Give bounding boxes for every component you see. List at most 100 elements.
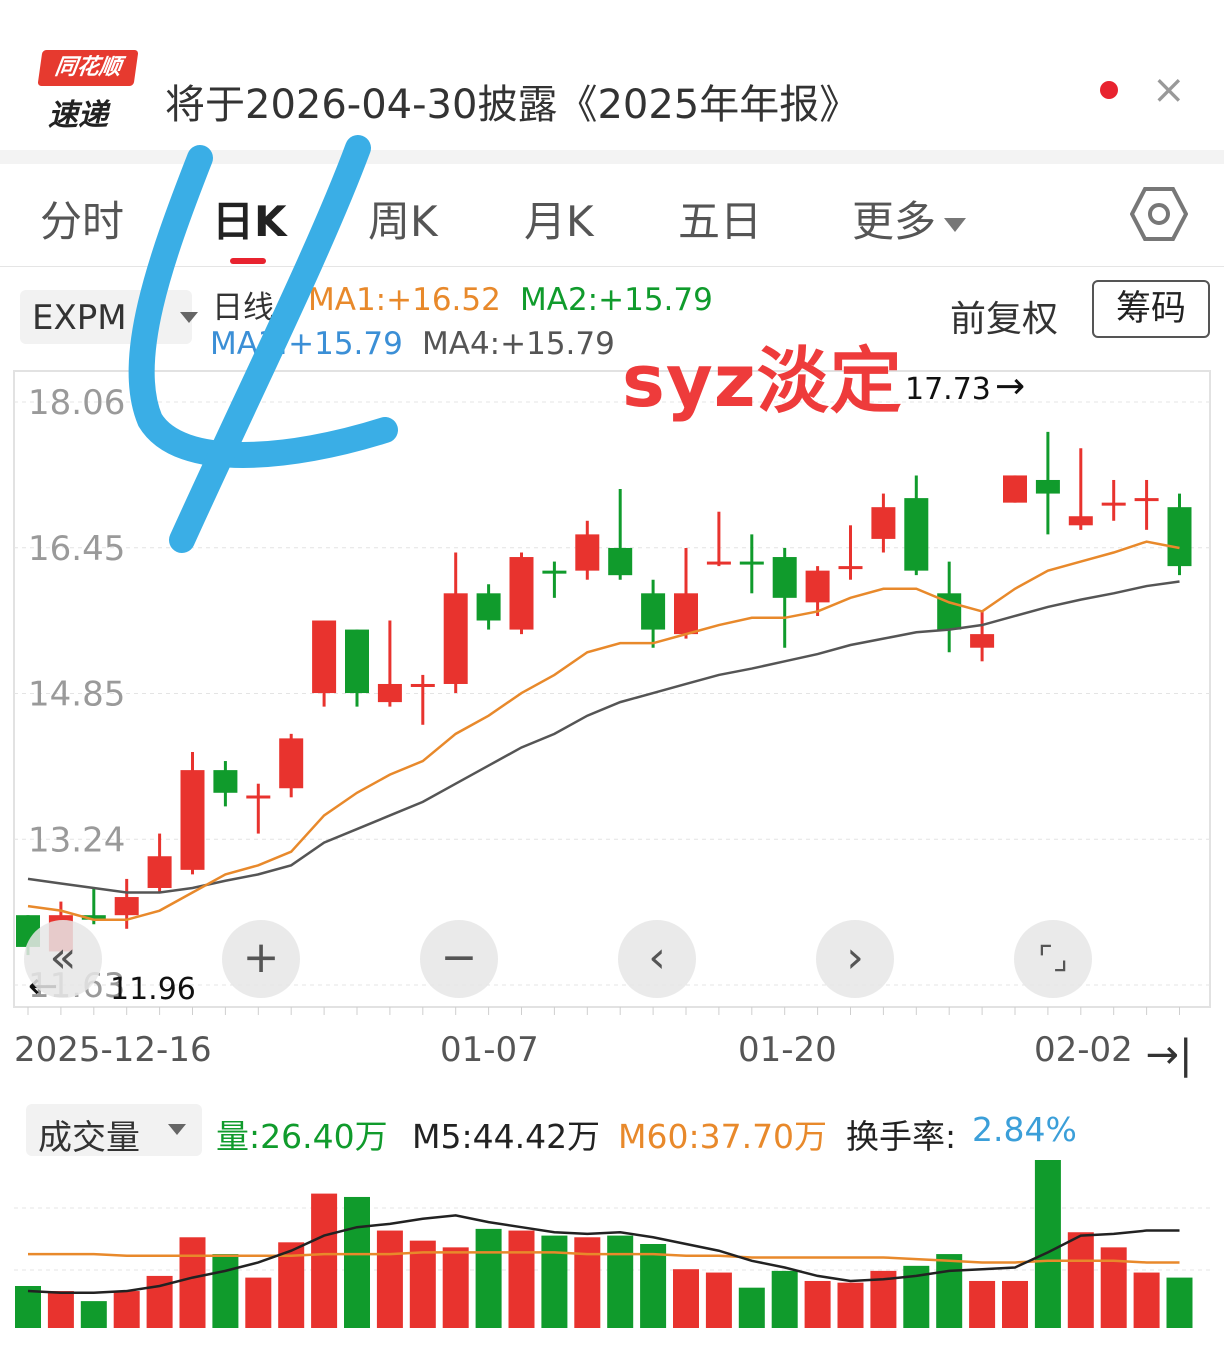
candle-body bbox=[1035, 479, 1060, 494]
y-tick-label: 13.24 bbox=[28, 820, 125, 860]
indicator-select-value: EXPM bbox=[32, 298, 127, 338]
candle bbox=[1003, 475, 1027, 503]
watermark-text: syz淡定 bbox=[622, 339, 903, 423]
candle-body bbox=[805, 570, 830, 603]
candle-body bbox=[608, 547, 633, 576]
chip-distribution-button[interactable]: 筹码 bbox=[1092, 280, 1210, 338]
candle-body bbox=[575, 534, 600, 571]
zoom-out-button[interactable]: − bbox=[420, 920, 498, 998]
volume-bar bbox=[837, 1282, 864, 1328]
y-tick-label: 14.85 bbox=[28, 675, 125, 715]
candle-body bbox=[279, 738, 304, 789]
volume-chart[interactable] bbox=[0, 1150, 1224, 1350]
volume-bar bbox=[113, 1291, 140, 1328]
y-tick-label: 16.45 bbox=[28, 529, 125, 569]
volume-indicator-select[interactable]: 成交量 bbox=[26, 1104, 202, 1158]
candle-body bbox=[213, 770, 238, 793]
jump-to-latest-icon[interactable]: →| bbox=[1138, 1022, 1200, 1088]
candle-body bbox=[542, 570, 567, 574]
candle-body bbox=[838, 566, 863, 570]
notification-dot-icon bbox=[1100, 81, 1118, 99]
volume-bar bbox=[212, 1254, 239, 1328]
volume-bar bbox=[1133, 1272, 1160, 1328]
volume-bar bbox=[541, 1235, 568, 1328]
volume-bar bbox=[1034, 1160, 1061, 1328]
volume-bar bbox=[1002, 1280, 1028, 1328]
candle-body bbox=[1167, 507, 1192, 567]
volume-bar bbox=[969, 1280, 996, 1328]
volume-bar bbox=[640, 1244, 667, 1328]
candle-body bbox=[509, 557, 534, 630]
volume-bar bbox=[771, 1270, 798, 1328]
candle-body bbox=[871, 507, 896, 539]
candle-body bbox=[180, 770, 205, 870]
candle-body bbox=[147, 856, 172, 888]
candle-body bbox=[345, 629, 369, 694]
volume-bar bbox=[1067, 1232, 1094, 1328]
logo-sub-text: 速递 bbox=[48, 98, 108, 133]
candle bbox=[279, 733, 304, 798]
volume-bar bbox=[311, 1193, 338, 1328]
volume-bar bbox=[936, 1254, 963, 1328]
volume-bar bbox=[80, 1301, 107, 1328]
volume-bar bbox=[508, 1230, 535, 1328]
prev-button[interactable]: ‹ bbox=[618, 920, 696, 998]
fullscreen-button[interactable]: ⌜⌟ bbox=[1014, 920, 1092, 998]
high-price-label: 17.73 bbox=[905, 372, 991, 407]
turnover-value: 2.84% bbox=[972, 1110, 1077, 1149]
volume-bar bbox=[245, 1277, 272, 1328]
tab-monthly-k[interactable]: 月K bbox=[524, 188, 594, 249]
volume-bar bbox=[47, 1291, 74, 1328]
volume-bar bbox=[179, 1237, 206, 1328]
candle-body bbox=[246, 795, 271, 799]
candle-body bbox=[1134, 498, 1159, 502]
chevron-down-icon bbox=[944, 217, 967, 232]
right-arrow-icon: → bbox=[995, 366, 1026, 407]
candle-body bbox=[377, 683, 402, 703]
x-date-label: 01-07 bbox=[440, 1030, 539, 1070]
tab-more[interactable]: 更多 bbox=[852, 188, 967, 249]
tab-more-label: 更多 bbox=[852, 197, 937, 246]
low-price-label: 11.96 bbox=[110, 972, 196, 1007]
candle-body bbox=[970, 634, 995, 648]
candle-body bbox=[904, 498, 929, 571]
volume-bar bbox=[574, 1237, 601, 1328]
volume-bar bbox=[738, 1287, 765, 1328]
candle bbox=[509, 552, 534, 635]
candle-body bbox=[443, 593, 468, 684]
rewind-button[interactable]: « bbox=[24, 920, 102, 998]
candle-body bbox=[1101, 502, 1126, 506]
volume-bar bbox=[673, 1269, 699, 1328]
settings-hexagon-icon[interactable] bbox=[1130, 186, 1188, 242]
logo-brand-text: 同花顺 bbox=[37, 50, 139, 86]
banner-title[interactable]: 将于2026-04-30披露《2025年年报》 bbox=[165, 72, 859, 130]
ma2-value: MA2:+15.79 bbox=[520, 282, 713, 318]
candle-body bbox=[1068, 516, 1093, 526]
x-date-label: 02-02 bbox=[1034, 1030, 1133, 1070]
zoom-in-button[interactable]: + bbox=[222, 920, 300, 998]
x-date-label: 01-20 bbox=[738, 1030, 837, 1070]
adjust-mode-label[interactable]: 前复权 bbox=[950, 290, 1058, 342]
y-tick-label: 18.06 bbox=[28, 383, 125, 423]
candle-body bbox=[772, 557, 797, 598]
volume-bar bbox=[344, 1196, 370, 1328]
volume-bar bbox=[1100, 1247, 1127, 1328]
ma4-value: MA4:+15.79 bbox=[422, 326, 615, 362]
candle-body bbox=[410, 683, 435, 687]
candle bbox=[180, 751, 205, 875]
volume-bar bbox=[804, 1280, 831, 1328]
chevron-down-icon bbox=[168, 1124, 186, 1135]
candle-body bbox=[476, 593, 501, 621]
candle-body bbox=[114, 897, 139, 916]
x-date-label: 2025-12-16 bbox=[14, 1030, 212, 1070]
volume-bar bbox=[442, 1247, 469, 1328]
tonghuashun-logo: 同花顺 速递 bbox=[37, 50, 139, 133]
tab-five-day[interactable]: 五日 bbox=[678, 188, 762, 249]
close-icon[interactable]: × bbox=[1152, 68, 1186, 112]
next-button[interactable]: › bbox=[816, 920, 894, 998]
volume-bar bbox=[705, 1272, 732, 1328]
volume-bar bbox=[607, 1235, 634, 1328]
tab-fenshi[interactable]: 分时 bbox=[40, 188, 124, 249]
volume-bar bbox=[1166, 1277, 1193, 1328]
handwritten-scribble bbox=[128, 135, 398, 553]
